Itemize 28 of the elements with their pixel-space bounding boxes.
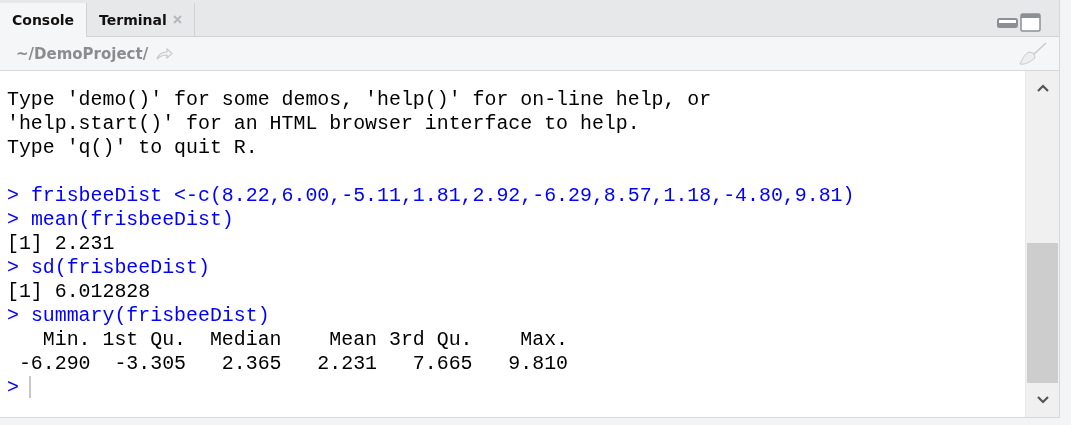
close-icon[interactable]: [172, 15, 182, 24]
console-output: [1] 6.012828: [7, 280, 151, 304]
console-output: [1] 2.231: [7, 232, 115, 256]
console-output: Type 'q()' to quit R.: [7, 136, 258, 160]
console-output: 'help.start()' for an HTML browser interface to help.: [7, 112, 640, 136]
text-cursor: [28, 376, 31, 398]
console-output: -6.290 -3.305 2.365 2.231 7.665 9.810: [17, 352, 569, 376]
console-command: summary(frisbeeDist): [30, 304, 270, 328]
prompt-symbol: >: [7, 376, 19, 400]
console-command: frisbeeDist <-c(8.22,6.00,-5.11,1.81,2.92,-6.29,8.57,1.18,-4.80,9.81): [30, 184, 855, 208]
tab[interactable]: Console: [0, 3, 88, 37]
scroll-up-icon[interactable]: [1036, 84, 1049, 92]
console-command: sd(frisbeeDist): [30, 256, 210, 280]
scroll-thumb[interactable]: [1027, 243, 1058, 383]
console-command: mean(frisbeeDist): [30, 208, 234, 232]
minimize-icon[interactable]: [997, 17, 1018, 28]
scrollbar[interactable]: [1025, 71, 1059, 417]
scroll-down-icon[interactable]: [1036, 396, 1049, 404]
console-output: Min. 1st Qu. Median Mean 3rd Qu. Max.: [41, 328, 569, 352]
broom-icon[interactable]: [1019, 41, 1047, 66]
prompt-symbol: >: [7, 256, 19, 280]
maximize-icon[interactable]: [1020, 13, 1041, 32]
working-directory: ~/DemoProject/: [16, 44, 149, 63]
prompt-symbol: >: [7, 304, 19, 328]
prompt-symbol: >: [7, 208, 19, 232]
arrow-icon[interactable]: [156, 47, 174, 60]
prompt-symbol: >: [7, 184, 19, 208]
console-output: Type 'demo()' for some demos, 'help()' for on-line help, or: [7, 88, 712, 112]
